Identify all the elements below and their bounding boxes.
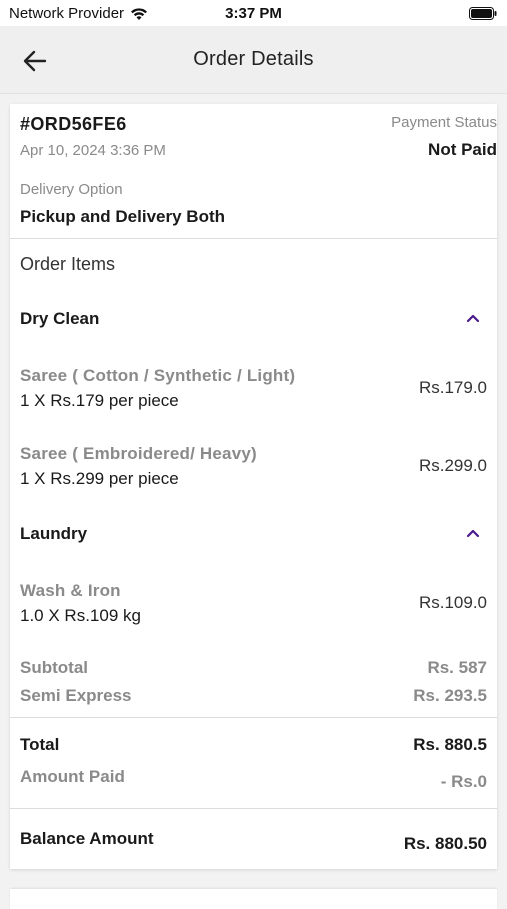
item-quantity: 1 X Rs.299 per piece [20,469,179,488]
divider [10,808,497,809]
subtotal-label: Subtotal [20,658,88,677]
chevron-up-icon[interactable] [463,308,483,328]
order-items-title: Order Items [20,254,116,274]
total-value: Rs. 880.5 [413,735,487,754]
status-bar: Network Provider 3:37 PM [0,0,507,26]
status-time: 3:37 PM [225,5,282,22]
delivery-option-label: Delivery Option [20,181,123,198]
balance-amount-label: Balance Amount [20,829,154,848]
semi-express-label: Semi Express [20,686,132,705]
item-price: Rs.179.0 [418,378,487,397]
payment-status-label: Payment Status [391,114,497,131]
item-name: Saree ( Embroidered/ Heavy) [20,444,257,463]
app-bar: Order Details [0,26,507,94]
category-title-dry-clean[interactable]: Dry Clean [20,309,99,329]
semi-express-value: Rs. 293.5 [413,686,487,705]
item-price: Rs.299.0 [418,456,487,475]
balance-amount-value: Rs. 880.50 [403,834,487,853]
chevron-up-icon[interactable] [463,523,483,543]
category-title-laundry[interactable]: Laundry [20,524,87,544]
page-title: Order Details [193,48,314,70]
divider [10,717,497,718]
arrow-left-icon [23,50,47,72]
amount-paid-label: Amount Paid [20,767,125,786]
order-date: Apr 10, 2024 3:36 PM [20,142,166,159]
subtotal-value: Rs. 587 [427,658,487,677]
payment-status-value: Not Paid [428,140,497,159]
item-quantity: 1.0 X Rs.109 kg [20,606,141,625]
order-details-card: #ORD56FE6 Apr 10, 2024 3:36 PM Payment S… [10,104,497,869]
next-card [10,889,497,909]
item-name: Saree ( Cotton / Synthetic / Light) [20,366,296,385]
item-quantity: 1 X Rs.179 per piece [20,391,179,410]
delivery-option-value: Pickup and Delivery Both [20,207,225,226]
total-label: Total [20,735,60,754]
amount-paid-value: - Rs.0 [440,772,487,791]
battery-icon [469,7,497,20]
divider [10,238,497,239]
item-price: Rs.109.0 [418,593,487,612]
back-button[interactable] [18,46,52,76]
order-id: #ORD56FE6 [20,114,127,134]
item-name: Wash & Iron [20,581,121,600]
